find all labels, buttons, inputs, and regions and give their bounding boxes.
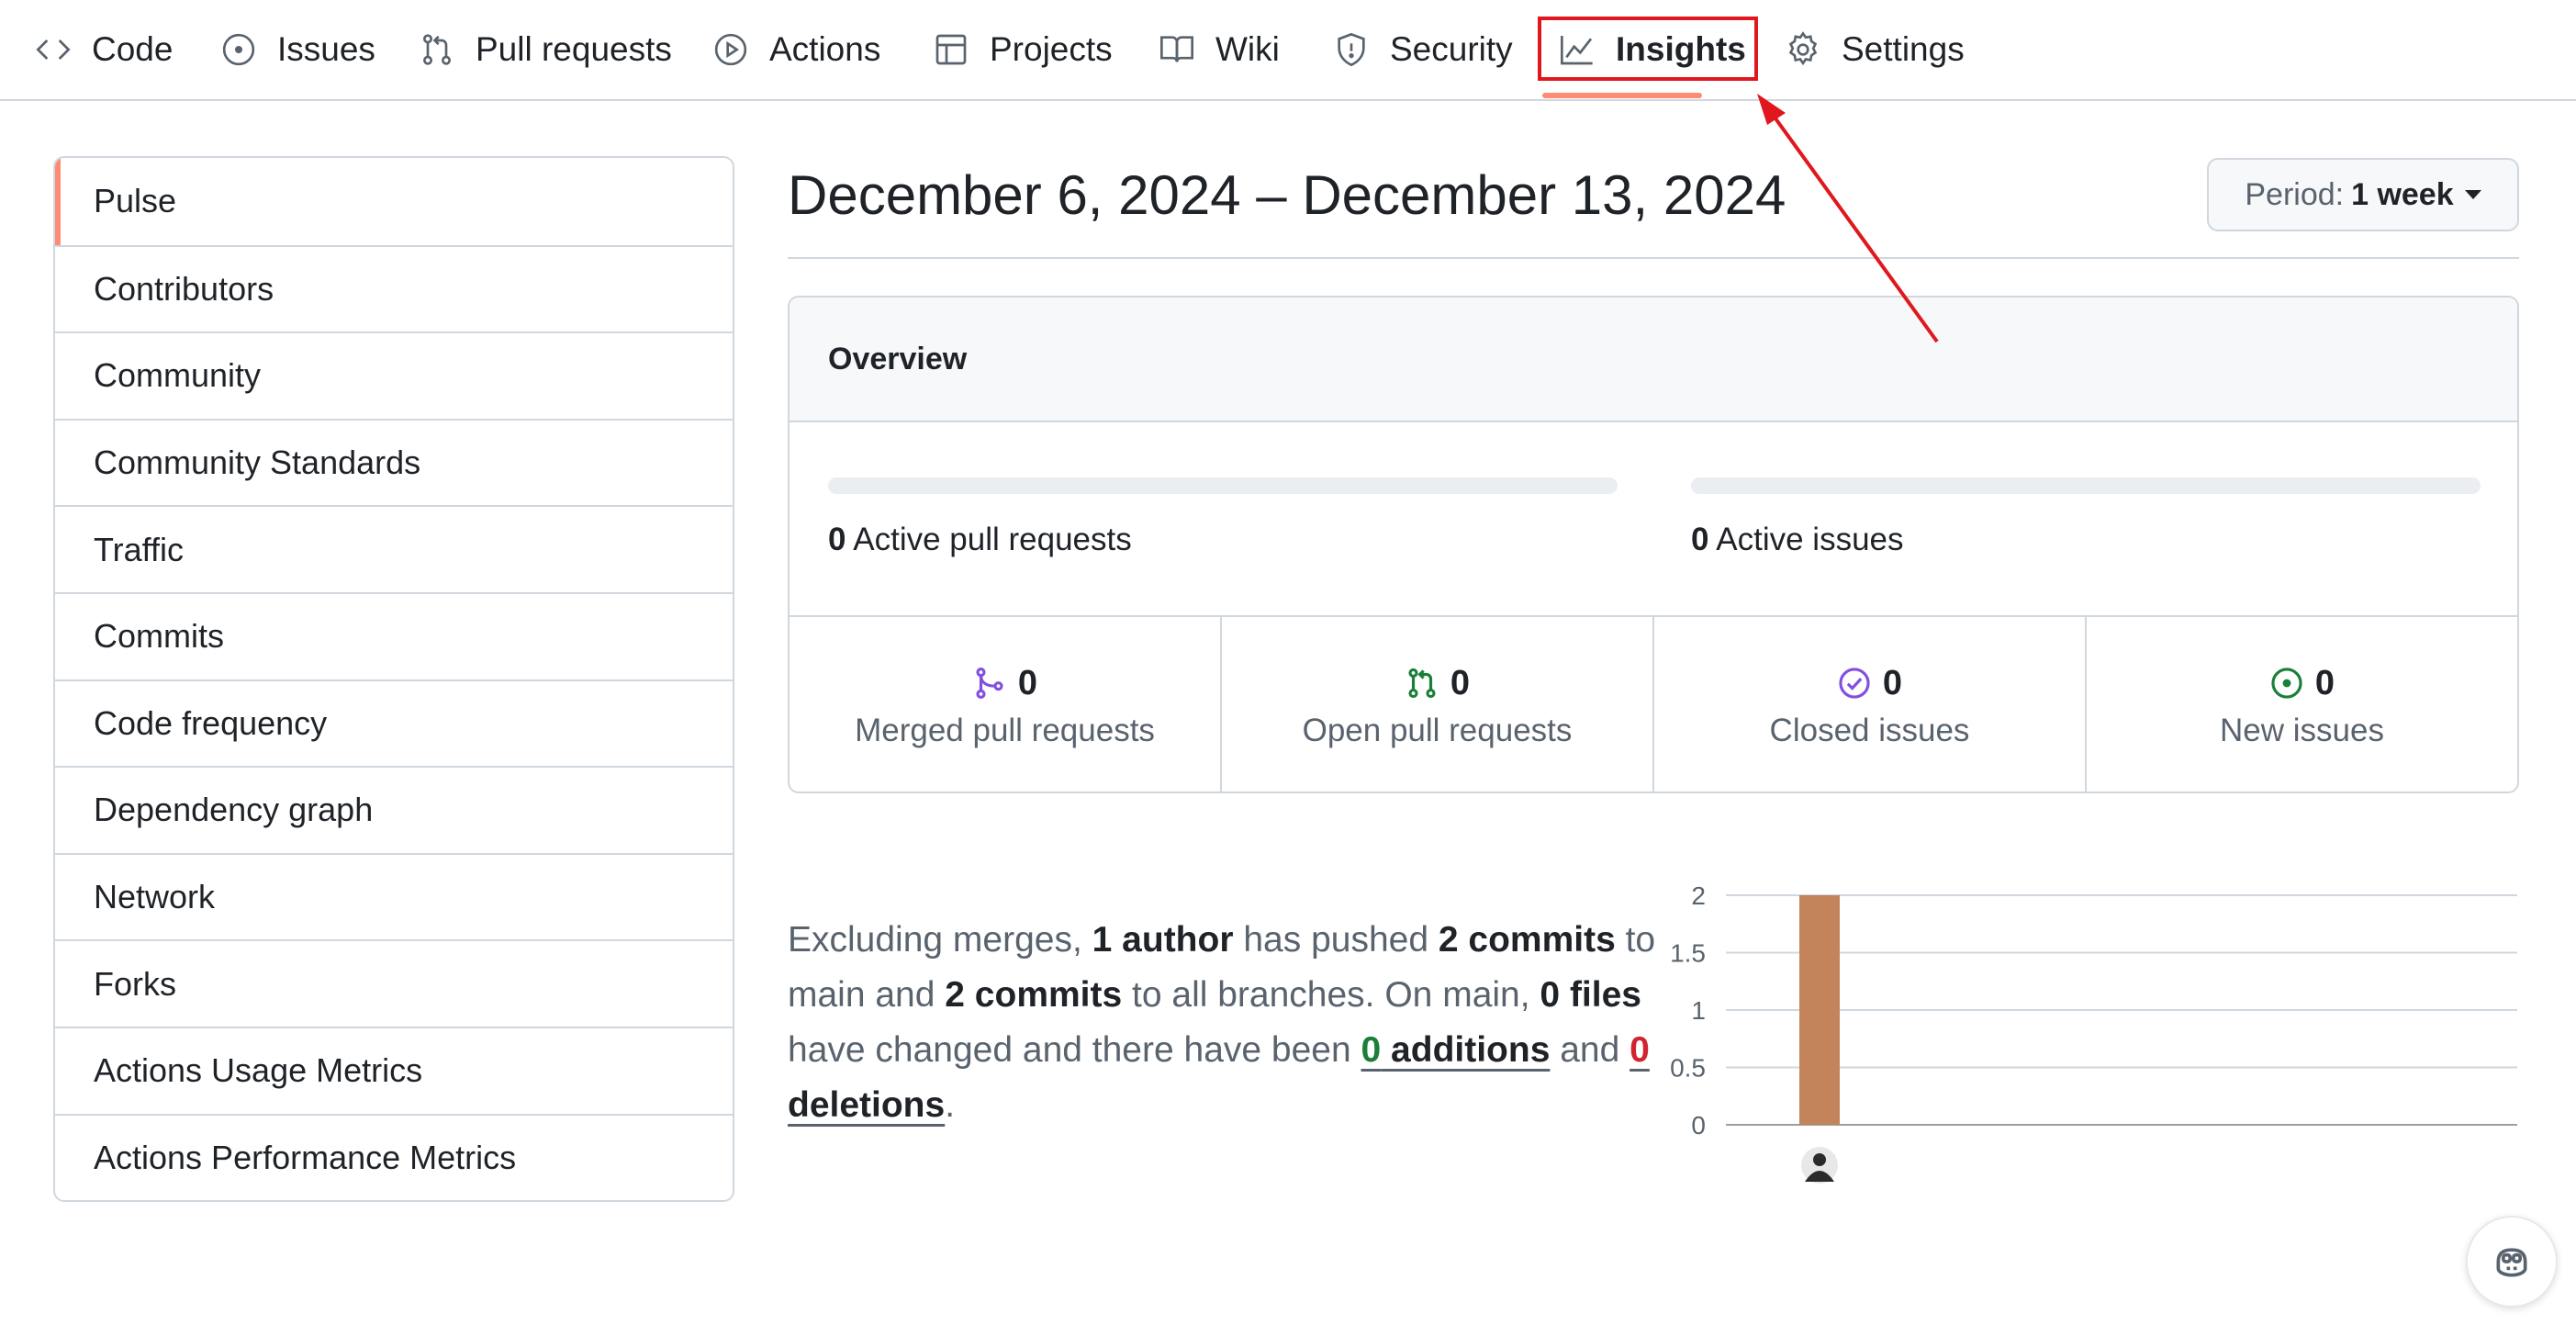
copilot-icon bbox=[2496, 1248, 2527, 1277]
sidebar-item-code-frequency[interactable]: Code frequency bbox=[55, 679, 733, 767]
tab-label: Settings bbox=[1842, 30, 1965, 68]
copilot-button[interactable] bbox=[2466, 1216, 2558, 1308]
y-tick-label: 2 bbox=[1691, 881, 1706, 910]
repo-nav: Code Issues Pull requests Actions Projec… bbox=[0, 0, 2576, 101]
code-icon bbox=[36, 39, 71, 60]
sidebar-item-dependency-graph[interactable]: Dependency graph bbox=[55, 766, 733, 853]
sidebar-item-community[interactable]: Community bbox=[55, 331, 733, 419]
active-issues-progress bbox=[1691, 477, 2481, 494]
y-tick-label: 1 bbox=[1691, 996, 1706, 1025]
open-prs-label: Open pull requests bbox=[1302, 712, 1573, 748]
git-pull-request-icon bbox=[422, 34, 452, 65]
y-tick-label: 0 bbox=[1691, 1111, 1706, 1140]
authors-count: 1 author bbox=[1092, 920, 1234, 960]
y-tick-label: 1.5 bbox=[1670, 939, 1706, 968]
sidebar-item-community-standards[interactable]: Community Standards bbox=[55, 418, 733, 506]
commits-main-count: 2 commits bbox=[1438, 920, 1616, 960]
tab-label: Actions bbox=[769, 30, 881, 68]
issue-closed-icon bbox=[1839, 668, 1870, 699]
issue-opened-icon bbox=[222, 33, 255, 66]
period-value: 1 week bbox=[2351, 176, 2454, 212]
tab-label: Pull requests bbox=[476, 30, 672, 68]
sidebar-item-actions-usage-metrics[interactable]: Actions Usage Metrics bbox=[55, 1026, 733, 1114]
sidebar-item-contributors[interactable]: Contributors bbox=[55, 244, 733, 332]
page-title: December 6, 2024 – December 13, 2024 bbox=[788, 164, 1786, 226]
gear-icon bbox=[1788, 31, 1818, 66]
y-tick-label: 0.5 bbox=[1670, 1054, 1706, 1083]
tab-label: Wiki bbox=[1215, 30, 1280, 68]
shield-icon bbox=[1338, 32, 1365, 67]
period-select-button[interactable]: Period: 1 week bbox=[2207, 158, 2519, 231]
new-issues-label: New issues bbox=[2220, 712, 2384, 748]
active-prs-label: Active pull requests bbox=[853, 522, 1132, 557]
title-divider bbox=[788, 257, 2519, 259]
open-prs-count: 0 bbox=[1450, 663, 1471, 702]
open-prs-stat[interactable]: 0 Open pull requests bbox=[1220, 617, 1652, 791]
merged-prs-label: Merged pull requests bbox=[855, 712, 1155, 748]
sidebar-item-forks[interactable]: Forks bbox=[55, 939, 733, 1027]
chart-svg: 0 0.5 1 1.5 2 bbox=[1670, 881, 2517, 1184]
overview-title: Overview bbox=[790, 298, 2517, 422]
commit-summary: Excluding merges, 1 author has pushed 2 … bbox=[788, 920, 1656, 1125]
tab-code[interactable]: Code bbox=[35, 0, 173, 99]
tab-wiki[interactable]: Wiki bbox=[1159, 0, 1280, 99]
closed-issues-label: Closed issues bbox=[1769, 712, 1970, 748]
commits-all-count: 2 commits bbox=[945, 975, 1123, 1015]
author-avatar[interactable] bbox=[1801, 1147, 1838, 1184]
tab-label: Code bbox=[92, 30, 174, 68]
commits-by-author-chart: 0 0.5 1 1.5 2 bbox=[1652, 877, 2534, 1189]
active-issues-label: Active issues bbox=[1716, 522, 1904, 557]
caret-down-icon bbox=[2464, 190, 2481, 199]
overview-stats: 0 Merged pull requests 0 Open pull reque… bbox=[790, 615, 2517, 791]
bar[interactable] bbox=[1799, 895, 1840, 1125]
play-icon bbox=[714, 33, 747, 66]
tab-security[interactable]: Security bbox=[1333, 0, 1513, 99]
sidebar-item-pulse[interactable]: Pulse bbox=[55, 158, 733, 245]
sidebar-item-actions-performance-metrics[interactable]: Actions Performance Metrics bbox=[55, 1113, 733, 1201]
tab-settings[interactable]: Settings bbox=[1785, 0, 1965, 99]
merged-prs-count: 0 bbox=[1017, 663, 1038, 702]
sidebar-item-traffic[interactable]: Traffic bbox=[55, 505, 733, 592]
new-issues-count: 0 bbox=[2314, 663, 2335, 702]
tab-label: Issues bbox=[277, 30, 375, 68]
book-icon bbox=[1160, 36, 1193, 62]
active-prs-summary[interactable]: 0 Active pull requests bbox=[828, 522, 1132, 558]
overview-panel: Overview 0 Active pull requests 0 Active… bbox=[788, 296, 2519, 793]
closed-issues-count: 0 bbox=[1882, 663, 1903, 702]
merged-prs-stat[interactable]: 0 Merged pull requests bbox=[790, 617, 1220, 791]
annotation-highlight-box bbox=[1538, 17, 1758, 81]
table-icon bbox=[935, 34, 967, 65]
period-label: Period: bbox=[2245, 176, 2345, 212]
files-changed-count: 0 files bbox=[1540, 975, 1641, 1015]
additions-link[interactable]: 0 additions bbox=[1361, 1030, 1551, 1070]
new-issues-stat[interactable]: 0 New issues bbox=[2085, 617, 2517, 791]
tab-label: Security bbox=[1390, 30, 1513, 68]
git-pull-request-icon bbox=[1408, 668, 1436, 699]
git-merge-icon bbox=[976, 668, 1003, 699]
active-prs-progress bbox=[828, 477, 1618, 494]
active-issues-count: 0 bbox=[1691, 522, 1709, 557]
sidebar-item-network[interactable]: Network bbox=[55, 852, 733, 940]
active-issues-summary[interactable]: 0 Active issues bbox=[1691, 522, 1904, 558]
sidebar-item-commits[interactable]: Commits bbox=[55, 591, 733, 679]
insights-sidebar: Pulse Contributors Community Community S… bbox=[53, 156, 734, 1203]
tab-issues[interactable]: Issues bbox=[220, 0, 375, 99]
active-prs-count: 0 bbox=[828, 522, 846, 557]
tab-label: Projects bbox=[990, 30, 1113, 68]
tab-projects[interactable]: Projects bbox=[933, 0, 1113, 99]
selected-tab-indicator bbox=[1542, 93, 1702, 98]
tab-actions[interactable]: Actions bbox=[712, 0, 880, 99]
closed-issues-stat[interactable]: 0 Closed issues bbox=[1652, 617, 2085, 791]
issue-opened-icon bbox=[2271, 668, 2302, 699]
tab-pull-requests[interactable]: Pull requests bbox=[419, 0, 672, 99]
